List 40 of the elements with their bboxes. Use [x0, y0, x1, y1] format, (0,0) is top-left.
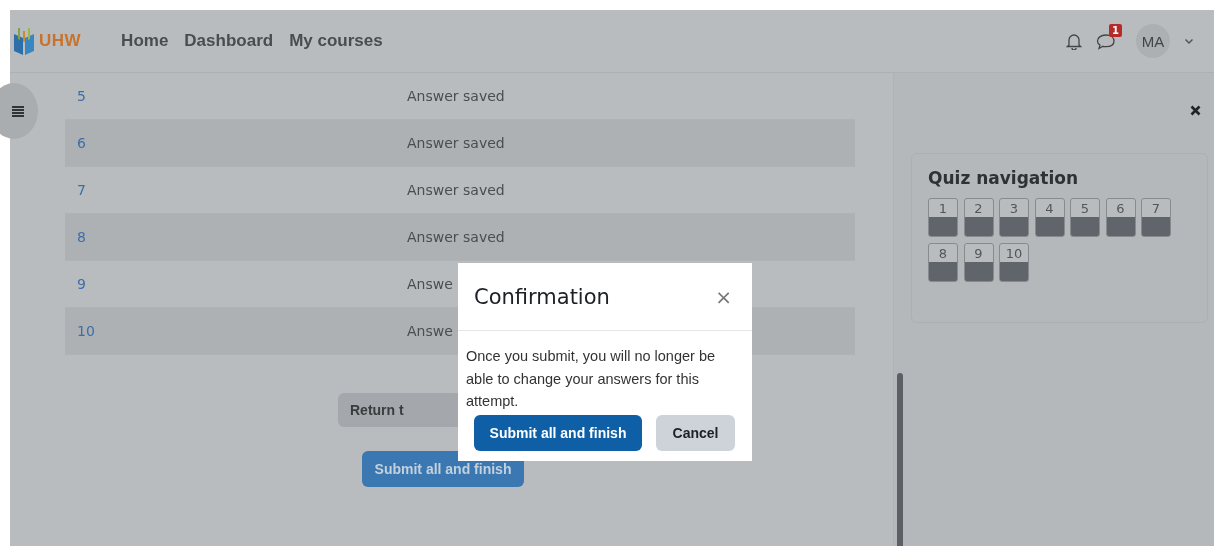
question-button[interactable]: 2: [963, 198, 994, 237]
question-button[interactable]: 8: [928, 243, 958, 282]
status-text: Answer saved: [407, 135, 505, 151]
nav-link[interactable]: My courses: [289, 31, 383, 51]
question-link[interactable]: 6: [65, 135, 407, 151]
status-text: Answe: [407, 323, 453, 339]
card-title: Quiz navigation: [928, 168, 1080, 188]
user-avatar[interactable]: MA: [1136, 24, 1170, 58]
close-icon[interactable]: [1190, 104, 1201, 116]
logo-text: UHW: [39, 31, 82, 51]
submit-button[interactable]: Submit all and finish: [474, 414, 642, 451]
question-button[interactable]: 9: [963, 243, 994, 282]
question-link[interactable]: 7: [65, 182, 407, 198]
question-button[interactable]: 3: [999, 198, 1029, 237]
chevron-down-icon[interactable]: [1184, 37, 1194, 45]
status-text: Answe: [407, 276, 453, 292]
question-button[interactable]: 7: [1141, 198, 1171, 237]
question-button[interactable]: 6: [1105, 198, 1136, 237]
question-link[interactable]: 8: [65, 229, 407, 245]
question-button[interactable]: 10: [999, 243, 1029, 282]
dialog-title: Confirmation: [474, 284, 610, 309]
status-text: Answer saved: [407, 182, 505, 198]
chat-bubble-icon[interactable]: [1096, 32, 1116, 50]
nav-link[interactable]: Home: [121, 31, 169, 51]
nav-link[interactable]: Dashboard: [184, 31, 274, 51]
question-button[interactable]: 1: [928, 198, 958, 237]
question-link[interactable]: 9: [65, 276, 407, 292]
close-button[interactable]: ×: [711, 284, 736, 309]
cancel-button[interactable]: Cancel: [656, 414, 735, 451]
question-button[interactable]: 5: [1070, 198, 1100, 237]
notification-badge: 1: [1109, 24, 1122, 37]
question-link[interactable]: 5: [65, 88, 407, 104]
bell-icon[interactable]: [1066, 32, 1082, 50]
drawer-toggle-button[interactable]: [0, 83, 38, 139]
status-text: Answer saved: [407, 229, 505, 245]
book-logo-icon: [12, 26, 36, 56]
question-link[interactable]: 10: [65, 323, 407, 339]
status-text: Answer saved: [407, 88, 505, 104]
question-button[interactable]: 4: [1034, 198, 1065, 237]
list-icon: [12, 105, 24, 117]
